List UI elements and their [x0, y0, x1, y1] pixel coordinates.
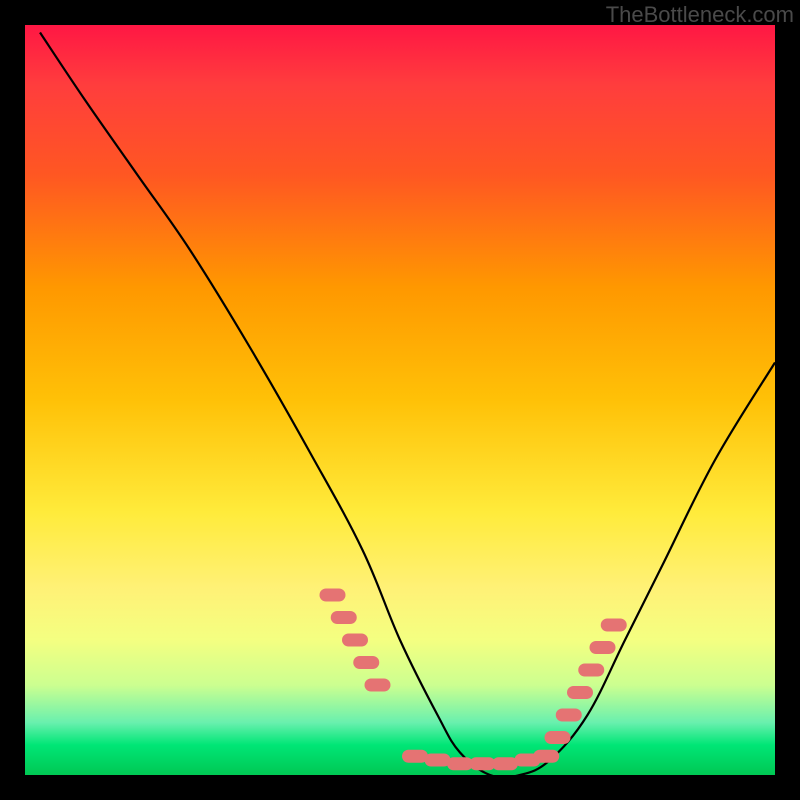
marker-point — [320, 589, 346, 602]
marker-point — [402, 750, 428, 763]
chart-container — [25, 25, 775, 775]
highlighted-points — [320, 589, 627, 771]
marker-point — [492, 757, 518, 770]
chart-svg — [25, 25, 775, 775]
bottleneck-curve — [40, 33, 775, 776]
marker-point — [331, 611, 357, 624]
marker-point — [601, 619, 627, 632]
watermark-text: TheBottleneck.com — [606, 2, 794, 28]
marker-point — [342, 634, 368, 647]
marker-point — [365, 679, 391, 692]
marker-point — [533, 750, 559, 763]
marker-point — [567, 686, 593, 699]
marker-point — [556, 709, 582, 722]
marker-point — [447, 757, 473, 770]
marker-point — [545, 731, 571, 744]
marker-point — [353, 656, 379, 669]
marker-point — [578, 664, 604, 677]
marker-point — [590, 641, 616, 654]
marker-point — [425, 754, 451, 767]
marker-point — [470, 757, 496, 770]
